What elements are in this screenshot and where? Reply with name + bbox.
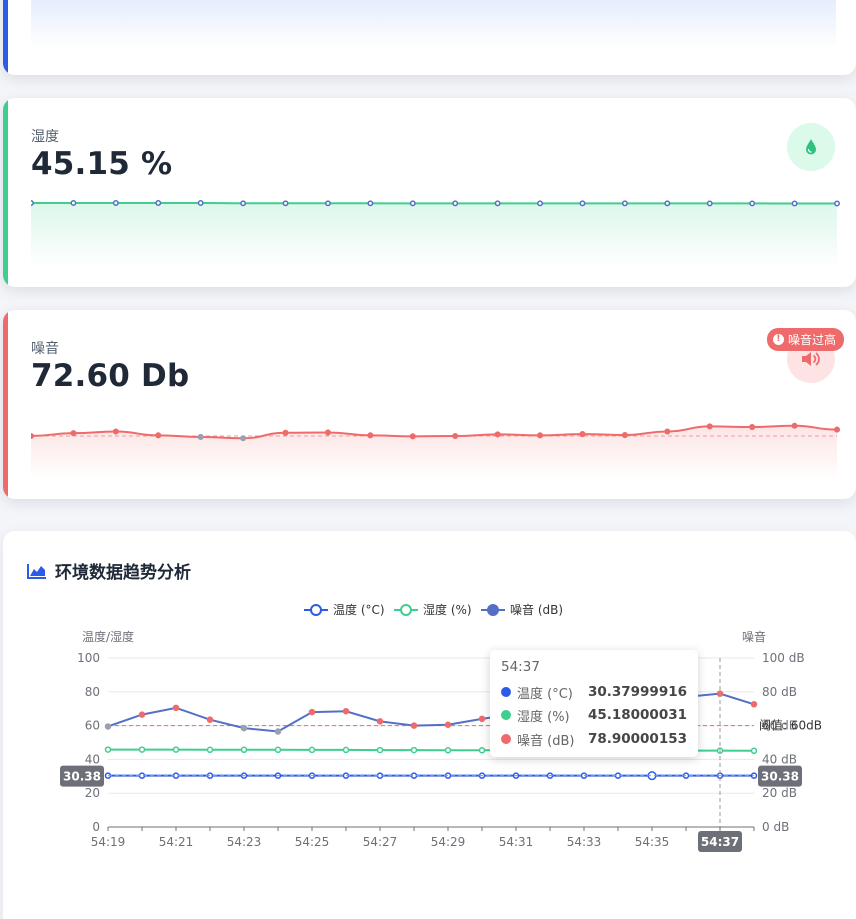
- y-left-tick-label: 60: [85, 719, 100, 733]
- legend-marker: [487, 604, 499, 616]
- legend-item: 噪音 (dB): [481, 602, 563, 617]
- noise-series-point: [240, 724, 248, 732]
- trend-chart[interactable]: 00 dB20 20 dB40 40 dB60 60 dB80 80 dB100 100 …: [0, 0, 856, 919]
- noise-series-point: [274, 728, 282, 735]
- humidity-series-point: [342, 746, 350, 754]
- y-left-tick-label: 100: [77, 651, 100, 665]
- noise-series-point: [138, 711, 146, 718]
- noise-series-point: [376, 718, 384, 725]
- humidity-series-point: [172, 746, 180, 753]
- y-left-tick-label: 0: [92, 820, 100, 834]
- y-right-axis-label: 噪音: [742, 629, 766, 644]
- humidity-series-point: [274, 746, 282, 754]
- y-left-tick-label: 80: [85, 685, 100, 699]
- y-right-pointer-label: 30.38: [758, 765, 802, 787]
- humidity-series-point: [444, 747, 452, 754]
- x-tick-label: 54:27: [363, 835, 398, 849]
- tooltip-row-name: 温度 (°C): [517, 686, 573, 702]
- y-left-pointer-label: 30.38: [60, 765, 104, 787]
- noise-series-point: [172, 704, 180, 712]
- humidity-series-point: [308, 746, 316, 754]
- humidity-series-point: [410, 746, 418, 754]
- humidity-series-point: [138, 746, 146, 753]
- tooltip-row-value: 30.37999916: [587, 684, 687, 700]
- legend-label: 湿度 (%): [423, 602, 472, 617]
- tooltip-time: 54:37: [501, 659, 540, 675]
- humidity-series-point: [750, 747, 758, 755]
- y-left-tick-label: 40: [85, 752, 100, 766]
- legend-item: 温度 (°C): [304, 602, 385, 617]
- y-left-tick-label: 20: [85, 786, 100, 800]
- y-left-axis-label: 温度/湿度: [82, 629, 134, 644]
- y-right-tick-label: 40 dB: [762, 752, 797, 766]
- tooltip-row-temperature: 温度 (°C) 30.37999916: [501, 683, 687, 702]
- legend-item: 湿度 (%): [394, 602, 472, 617]
- humidity-series-point: [478, 747, 486, 754]
- humidity-series-point: [240, 746, 248, 754]
- tooltip-dot: [501, 710, 511, 720]
- tooltip-row-value: 45.18000031: [587, 707, 687, 723]
- y-right-tick-label: 80 dB: [762, 685, 797, 699]
- x-tick-label: 54:23: [227, 835, 262, 849]
- legend-label: 噪音 (dB): [510, 602, 563, 617]
- y-right-pointer-label-text: 30.38: [761, 770, 799, 784]
- tooltip-row-name: 噪音 (dB): [517, 733, 575, 749]
- tooltip-row-value: 78.90000153: [587, 731, 687, 747]
- x-tick-label: 54:19: [91, 835, 126, 849]
- tooltip-dot: [501, 734, 511, 744]
- legend-label: 温度 (°C): [333, 602, 385, 617]
- noise-series-point: [478, 715, 486, 723]
- x-tick-label: 54:31: [499, 835, 534, 849]
- threshold-label: 阈值: 60dB: [759, 718, 822, 733]
- noise-series-point: [104, 723, 112, 730]
- tooltip-dot: [501, 687, 511, 697]
- chart-tooltip: 54:37 温度 (°C) 30.37999916 湿度 (%) 45.1800…: [490, 650, 698, 757]
- x-tick-label: 54:25: [295, 835, 330, 849]
- x-tick-label: 54:33: [567, 835, 602, 849]
- x-axis-pointer-label-text: 54:37: [701, 835, 739, 849]
- noise-series-point: [342, 707, 350, 715]
- y-right-tick-label: 0 dB: [762, 820, 789, 834]
- x-tick-label: 54:21: [159, 835, 194, 849]
- noise-series-point: [750, 701, 758, 708]
- y-right-tick-label: 20 dB: [762, 786, 797, 800]
- tooltip-row-name: 湿度 (%): [517, 709, 570, 725]
- x-tick-label: 54:29: [431, 835, 466, 849]
- tooltip-row-noise: 噪音 (dB) 78.90000153: [501, 730, 687, 749]
- noise-series-point: [308, 708, 316, 716]
- x-axis-pointer-label: 54:37: [698, 831, 742, 852]
- humidity-series-point: [104, 746, 112, 753]
- humidity-series-point: [206, 746, 214, 754]
- legend-marker: [310, 604, 322, 616]
- noise-series-point: [410, 722, 418, 729]
- y-right-tick-label: 100 dB: [762, 651, 805, 665]
- legend-marker: [400, 604, 412, 616]
- tooltip-row-humidity: 湿度 (%) 45.18000031: [501, 706, 687, 725]
- humidity-series-point: [376, 746, 384, 754]
- x-tick-label: 54:35: [635, 835, 670, 849]
- noise-series-point: [206, 716, 214, 723]
- noise-series-point: [444, 721, 452, 729]
- y-left-pointer-label-text: 30.38: [63, 770, 101, 784]
